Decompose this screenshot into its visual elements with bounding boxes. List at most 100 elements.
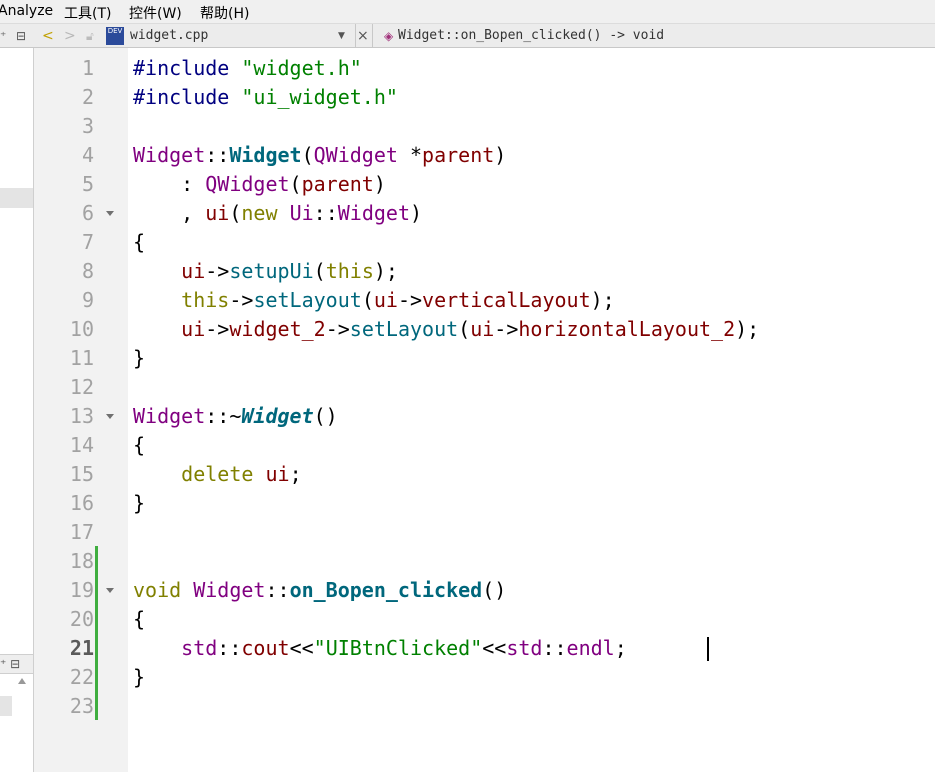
menu-help[interactable]: 帮助(H) [200,3,249,23]
line-number: 10 [69,317,94,341]
code-line[interactable]: } [133,663,145,692]
code-line[interactable]: : QWidget(parent) [133,170,386,199]
code-token: << [482,636,507,660]
code-line[interactable]: } [133,489,145,518]
change-marker [95,546,98,720]
line-number: 13 [69,404,94,428]
line-number: 11 [69,346,94,370]
line-number: 23 [69,694,94,718]
chevron-down-icon[interactable]: ▼ [338,24,345,48]
code-line[interactable]: { [133,605,145,634]
code-line[interactable]: ui->setupUi(this); [133,257,398,286]
menu-analyze[interactable]: Analyze [0,3,53,19]
code-line[interactable]: } [133,344,145,373]
back-icon[interactable]: < [42,24,54,48]
code-token: ui [265,462,290,486]
code-line[interactable]: Widget::~Widget() [133,402,338,431]
toolbar-divider [372,24,373,48]
code-token: new [241,201,290,225]
panel-toggle-icon[interactable]: ⊟ [16,24,26,48]
file-selector[interactable]: widget.cpp [130,24,208,48]
code-token: std [181,636,218,660]
menu-tools[interactable]: 工具(T) [64,3,111,23]
code-token: () [482,578,507,602]
code-token: ( [229,201,242,225]
code-token: Widget [133,404,206,428]
selected-panel-row[interactable] [0,696,12,716]
code-line[interactable]: ui->widget_2->setLayout(ui->horizontalLa… [133,315,759,344]
code-token: :: [265,578,290,602]
code-token: -> [397,288,423,312]
code-token: std [506,636,543,660]
code-token: { [133,230,146,254]
selected-panel-row[interactable] [0,188,33,208]
symbol-selector[interactable]: Widget::on_Bopen_clicked() -> void [398,24,664,48]
code-token: Widget [337,201,410,225]
code-line[interactable]: #include "ui_widget.h" [133,83,398,112]
code-token: } [133,346,146,370]
close-icon[interactable]: × [357,24,369,48]
panel-toggle-icon[interactable]: ⊟ [10,657,20,671]
code-line[interactable]: { [133,431,145,460]
line-number: 7 [81,230,94,254]
code-token: ui [181,259,206,283]
code-line[interactable]: #include "widget.h" [133,54,362,83]
code-token: verticalLayout [422,288,591,312]
code-token: widget_2 [229,317,326,341]
code-token: , [133,201,206,225]
line-number: 18 [69,549,94,573]
code-token: { [133,433,146,457]
line-number: 12 [69,375,94,399]
code-token: -> [494,317,519,341]
code-token: ui [470,317,495,341]
line-number: 14 [69,433,94,457]
code-token: ) [410,201,423,225]
scroll-up-icon[interactable] [18,678,26,684]
split-icon[interactable]: ⁺ [0,657,6,671]
menu-controls[interactable]: 控件(W) [129,3,182,23]
code-token: this [181,288,230,312]
code-token: ( [361,288,374,312]
code-token: ui [181,317,206,341]
line-number: 5 [81,172,94,196]
forward-icon[interactable]: > [64,24,76,48]
code-token: Widget [133,143,206,167]
code-token: "UIBtnClicked" [313,636,483,660]
code-token: ); [373,259,398,283]
line-number: 16 [69,491,94,515]
code-token: QWidget [313,143,398,167]
code-line[interactable]: delete ui; [133,460,301,489]
code-token: "ui_widget.h" [241,85,398,109]
lock-icon: 🔓︎ [86,29,94,43]
code-line[interactable]: { [133,228,145,257]
line-number: 19 [69,578,94,602]
code-token: ( [289,172,302,196]
fold-arrow-icon[interactable] [106,211,114,216]
code-token: void [133,578,194,602]
code-token: :: [217,636,242,660]
fold-arrow-icon[interactable] [106,414,114,419]
code-token: -> [229,288,254,312]
code-token: ( [301,143,314,167]
code-line[interactable]: , ui(new Ui::Widget) [133,199,422,228]
text-cursor [707,637,709,661]
line-number: 21 [69,636,94,660]
editor-toolbar: ⁺ ⊟ < > 🔓︎ DEV widget.cpp ▼ × ◈ Widget::… [0,24,935,48]
code-line[interactable]: std::cout<<"UIBtnClicked"<<std::endl; [133,634,627,663]
code-token: -> [205,259,230,283]
line-number: 20 [69,607,94,631]
code-token: QWidget [205,172,290,196]
code-line[interactable]: Widget::Widget(QWidget *parent) [133,141,506,170]
code-token: ; [614,636,627,660]
split-icon[interactable]: ⁺ [0,24,6,48]
code-line[interactable]: void Widget::on_Bopen_clicked() [133,576,506,605]
code-token: * [397,143,423,167]
code-token: cout [241,636,290,660]
code-token: :: [313,201,338,225]
code-token: { [133,607,146,631]
code-line[interactable]: this->setLayout(ui->verticalLayout); [133,286,615,315]
fold-arrow-icon[interactable] [106,588,114,593]
